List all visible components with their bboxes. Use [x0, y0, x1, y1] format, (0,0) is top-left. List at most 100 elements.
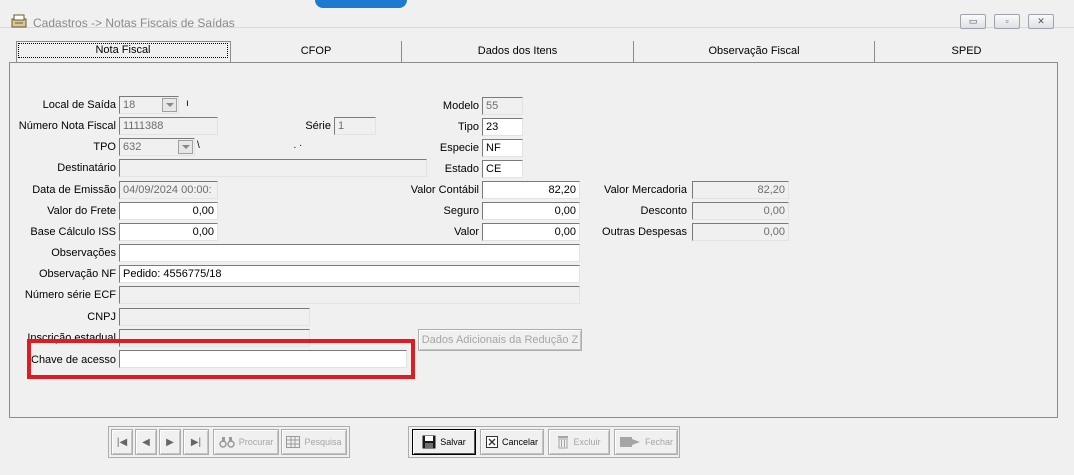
numero-serie-ecf-label: Número série ECF [24, 289, 116, 301]
data-emissao-field[interactable]: 04/09/2024 00:00: [119, 181, 218, 199]
next-record-button[interactable]: ▶ [159, 429, 181, 455]
minimize-icon: ▭ [968, 16, 978, 26]
local-saida-select[interactable]: 18 [119, 96, 179, 114]
prev-icon: ◀ [142, 436, 150, 448]
first-icon: |◀ [116, 436, 128, 448]
dados-adicionais-button[interactable]: Dados Adicionais da Redução Z [418, 329, 582, 351]
tab-nota-fiscal[interactable]: Nota Fiscal [16, 41, 231, 63]
window-title: Cadastros -> Notas Fiscais de Saídas [33, 16, 235, 30]
estado-field[interactable]: CE [482, 160, 523, 178]
outras-despesas-field[interactable]: 0,00 [692, 223, 789, 241]
restore-icon: ▫ [1005, 16, 1009, 26]
trash-icon [558, 436, 569, 449]
cnpj-label: CNPJ [87, 311, 116, 323]
first-record-button[interactable]: |◀ [111, 429, 133, 455]
local-saida-value: 18 [123, 99, 136, 111]
pesquisa-label: Pesquisa [304, 437, 342, 447]
local-saida-label: Local de Saída [42, 99, 116, 111]
chevron-down-icon[interactable] [178, 140, 193, 154]
serie-label: Série [305, 120, 331, 132]
numero-nf-label: Número Nota Fiscal [18, 120, 116, 132]
valor-contabil-label: Valor Contábil [410, 184, 479, 196]
base-iss-label: Base Cálculo ISS [30, 226, 116, 238]
valor-label: Valor [454, 226, 479, 238]
fechar-button[interactable]: Fechar [614, 429, 678, 455]
salvar-button[interactable]: Salvar [412, 429, 476, 455]
especie-label: Especie [439, 142, 479, 154]
decorative-shape [315, 0, 407, 8]
especie-field[interactable]: NF [482, 139, 523, 157]
excluir-label: Excluir [573, 437, 601, 447]
outras-despesas-label: Outras Despesas [602, 226, 687, 238]
save-icon [422, 435, 436, 449]
cancel-icon [485, 436, 498, 448]
cancelar-label: Cancelar [501, 437, 539, 447]
tab-label: Observação Fiscal [708, 45, 800, 57]
seguro-field[interactable]: 0,00 [482, 202, 580, 220]
tipo-label: Tipo [458, 121, 479, 133]
door-icon [619, 437, 640, 447]
restore-button[interactable]: ▫ [994, 14, 1020, 29]
last-icon: ▶| [190, 436, 202, 448]
minimize-button[interactable]: ▭ [960, 14, 986, 29]
tab-sped[interactable]: SPED [875, 41, 1058, 63]
valor-field[interactable]: 0,00 [482, 223, 580, 241]
close-icon: ✕ [1037, 16, 1045, 26]
destinatario-field[interactable] [119, 159, 427, 177]
modelo-field[interactable]: 55 [482, 97, 523, 115]
serie-field[interactable]: 1 [334, 117, 376, 135]
app-icon [11, 14, 27, 28]
prev-record-button[interactable]: ◀ [135, 429, 157, 455]
tab-cfop[interactable]: CFOP [231, 41, 402, 63]
pesquisa-button[interactable]: Pesquisa [281, 429, 347, 455]
observacoes-field[interactable] [119, 244, 580, 262]
estado-label: Estado [444, 163, 479, 175]
modelo-label: Modelo [442, 100, 479, 112]
next-icon: ▶ [166, 436, 174, 448]
valor-frete-field[interactable]: 0,00 [119, 202, 218, 220]
tab-dados-itens[interactable]: Dados dos Itens [402, 41, 634, 63]
desconto-label: Desconto [640, 205, 687, 217]
data-emissao-label: Data de Emissão [32, 184, 116, 196]
tab-observacao-fiscal[interactable]: Observação Fiscal [634, 41, 875, 63]
tpo-extra: \ ⠀ ⠀ ⠀ ⠀ ⠀ ⠀ ⠀ ⠀ ⠀ . · [197, 140, 303, 151]
excluir-button[interactable]: Excluir [548, 429, 610, 455]
tab-label: Dados dos Itens [477, 45, 558, 57]
observacao-nf-field[interactable]: Pedido: 4556775/18 [119, 265, 580, 283]
numero-serie-ecf-field[interactable] [119, 286, 580, 304]
grid-icon [286, 436, 301, 448]
valor-mercadoria-label: Valor Mercadoria [604, 184, 687, 196]
procurar-button[interactable]: Procurar [213, 429, 279, 455]
tab-label: CFOP [300, 45, 332, 57]
desconto-field[interactable]: 0,00 [692, 202, 789, 220]
title-bar: Cadastros -> Notas Fiscais de Saídas ▭ ▫… [0, 0, 1074, 30]
cnpj-field[interactable] [119, 308, 310, 326]
valor-contabil-field[interactable]: 82,20 [482, 181, 580, 199]
highlight-box [27, 339, 415, 379]
procurar-label: Procurar [238, 437, 274, 447]
binoculars-icon [218, 437, 235, 448]
local-saida-extra: ı [186, 98, 189, 109]
tpo-value: 632 [123, 141, 142, 153]
chevron-down-icon[interactable] [162, 98, 177, 112]
dados-adicionais-label: Dados Adicionais da Redução Z [421, 334, 579, 346]
tpo-select[interactable]: 632 [119, 138, 195, 156]
cancelar-button[interactable]: Cancelar [480, 429, 544, 455]
tab-bar: Nota Fiscal CFOP Dados dos Itens Observa… [9, 41, 1058, 63]
numero-nf-field[interactable]: 1111388 [119, 117, 218, 135]
destinatario-label: Destinatário [57, 162, 116, 174]
tab-label: Nota Fiscal [18, 43, 228, 58]
tab-label: SPED [951, 45, 982, 57]
fechar-label: Fechar [644, 437, 673, 447]
salvar-label: Salvar [440, 437, 466, 447]
seguro-label: Seguro [443, 205, 479, 217]
observacoes-label: Observações [51, 247, 116, 259]
tipo-field[interactable]: 23 [482, 118, 523, 136]
observacao-nf-label: Observação NF [38, 268, 116, 280]
valor-mercadoria-field[interactable]: 82,20 [692, 181, 789, 199]
base-iss-field[interactable]: 0,00 [119, 223, 218, 241]
tpo-label: TPO [93, 141, 116, 153]
last-record-button[interactable]: ▶| [183, 429, 209, 455]
valor-frete-label: Valor do Frete [47, 205, 116, 217]
close-button[interactable]: ✕ [1028, 14, 1054, 29]
